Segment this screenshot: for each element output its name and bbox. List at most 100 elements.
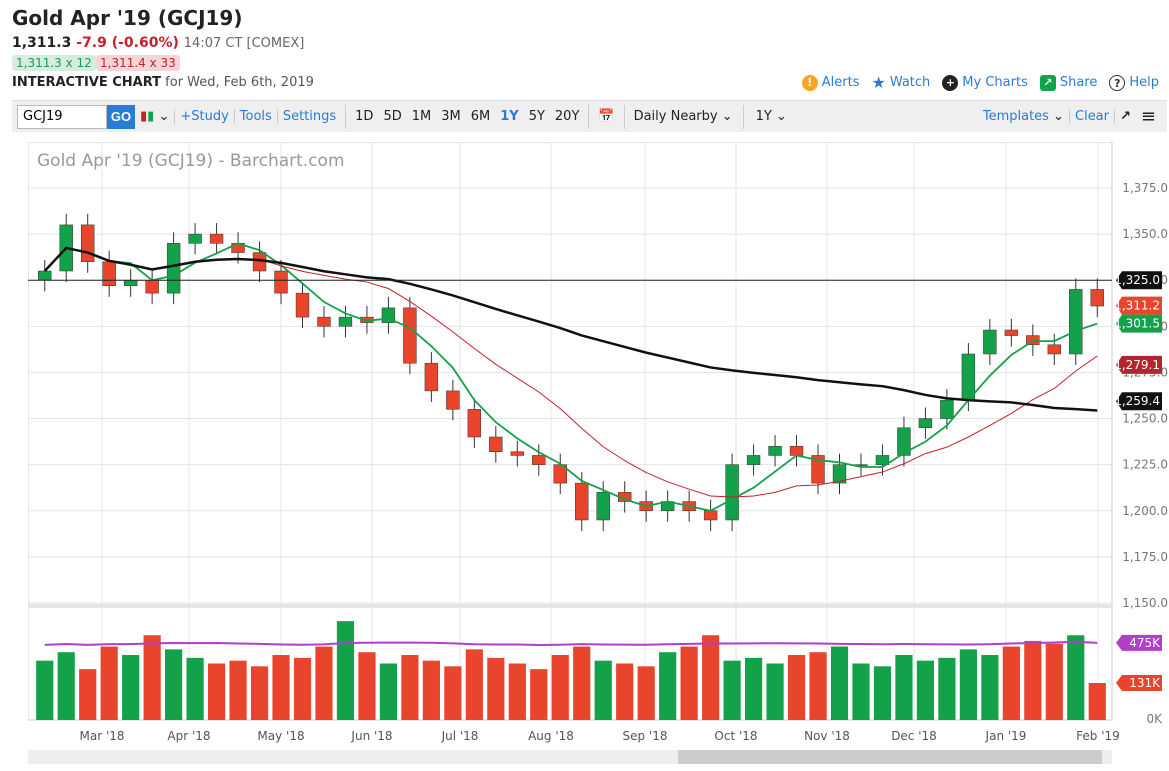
share-link[interactable]: ↗ Share [1039, 73, 1098, 92]
period-6m[interactable]: 6M [466, 109, 496, 124]
chart-toolbar: GO ▮▮ ⌄ +Study Tools Settings 1D 5D 1M 3… [12, 100, 1167, 132]
volume-bar [57, 652, 75, 720]
volume-bar [916, 660, 935, 720]
volume-bar [487, 657, 505, 720]
candle [38, 270, 52, 281]
volume-bar [616, 663, 634, 720]
volume-bar [508, 663, 526, 720]
x-tick-label: Aug '18 [528, 729, 574, 743]
price-chart[interactable]: 1,375.01,350.01,325.01,300.01,275.01,250… [28, 142, 1169, 771]
candle [961, 353, 976, 401]
my-charts-link[interactable]: + My Charts [942, 73, 1028, 92]
y-tick-label: 1,150.0 [1122, 596, 1168, 610]
volume-bar [165, 649, 183, 720]
interval-label: Daily Nearby [633, 109, 718, 124]
period-1d[interactable]: 1D [350, 109, 378, 124]
templates-dropdown[interactable]: Templates ⌄ [978, 109, 1069, 124]
star-icon: ★ [871, 73, 886, 92]
x-tick-label: Oct '18 [714, 729, 757, 743]
price-tag-label: 1,259.4 [1114, 394, 1160, 408]
period-3m[interactable]: 3M [436, 109, 466, 124]
scrollbar-thumb[interactable] [678, 750, 1102, 764]
volume-bar [895, 655, 913, 720]
candle [1069, 289, 1083, 355]
y-tick-label: 1,375.0 [1122, 181, 1168, 195]
volume-bar [551, 655, 569, 720]
period-1m[interactable]: 1M [407, 109, 437, 124]
candle [596, 492, 610, 521]
x-tick-label: Jan '19 [985, 729, 1027, 743]
divider [742, 104, 744, 129]
plus-circle-icon: + [942, 74, 959, 91]
price-tag-label: 1,301.5 [1114, 317, 1160, 331]
period-5d[interactable]: 5D [378, 109, 406, 124]
candle [317, 316, 331, 327]
volume-bar [852, 663, 870, 720]
watch-link[interactable]: ★ Watch [871, 73, 930, 92]
volume-zero-label: 0K [1146, 712, 1163, 726]
menu-icon[interactable]: ≡ [1136, 106, 1161, 127]
volume-bar [186, 657, 204, 720]
candlestick-icon-green: ▮ [147, 109, 155, 124]
candle [424, 362, 439, 392]
period-1y[interactable]: 1Y [495, 109, 523, 124]
page-title: Gold Apr '19 (GCJ19) [12, 6, 243, 30]
x-tick-label: Jun '18 [350, 729, 392, 743]
price-pane-frame [28, 142, 1113, 606]
volume-bar [573, 646, 591, 720]
ma20-line [44, 242, 1098, 512]
period-20y[interactable]: 20Y [550, 109, 584, 124]
settings-button[interactable]: Settings [276, 109, 341, 124]
tools-button[interactable]: Tools [233, 109, 277, 124]
volume-bar [250, 666, 269, 720]
candle [166, 243, 181, 294]
volume-bar [336, 621, 355, 720]
volume-bar [465, 649, 483, 720]
go-button[interactable]: GO [107, 104, 135, 129]
volume-bar [938, 657, 956, 720]
share-label: Share [1059, 75, 1098, 90]
volume-bar [207, 663, 226, 720]
candle [510, 451, 524, 456]
volume-bar [1088, 682, 1106, 720]
last-price: 1,311.3 [12, 35, 72, 51]
volume-ma-line [44, 640, 1098, 646]
volume-bar [293, 657, 312, 720]
interval-dropdown[interactable]: Daily Nearby ⌄ [629, 109, 739, 124]
range-dropdown[interactable]: 1Y ⌄ [748, 109, 968, 124]
alerts-link[interactable]: ! Alerts [801, 73, 860, 92]
ask-badge: 1,311.4 x 33 [96, 55, 180, 71]
volume-bar [766, 663, 784, 720]
volume-bar [787, 655, 806, 720]
y-tick-label: 1,200.0 [1122, 504, 1168, 518]
expand-icon[interactable]: ↗ [1114, 109, 1136, 124]
price-tag-label: 1,325.0 [1114, 273, 1160, 287]
chart-type-dropdown[interactable]: ▮▮ ⌄ [135, 109, 174, 124]
divider [345, 104, 347, 129]
candle [725, 464, 739, 521]
x-tick-label: Nov '18 [804, 729, 850, 743]
candle [918, 418, 933, 429]
study-button[interactable]: +Study [174, 109, 233, 124]
volume-tag-label: 475K [1129, 636, 1161, 650]
period-5y[interactable]: 5Y [524, 109, 550, 124]
quote-time: 14:07 CT [COMEX] [183, 36, 305, 51]
candle [209, 233, 224, 244]
volume-bar [744, 657, 763, 720]
chart-label: INTERACTIVE CHART [12, 75, 162, 90]
symbol-input[interactable] [17, 104, 107, 129]
clear-button[interactable]: Clear [1069, 109, 1114, 124]
calendar-icon[interactable]: 📅 [593, 109, 619, 124]
chevron-down-icon: ⌄ [158, 109, 170, 124]
chart-date-line: INTERACTIVE CHART for Wed, Feb 6th, 2019 [12, 75, 314, 90]
volume-bar [830, 646, 849, 720]
alerts-label: Alerts [821, 75, 860, 90]
candle [123, 279, 138, 287]
candle [703, 510, 718, 521]
volume-bar [1002, 646, 1020, 720]
candle [768, 445, 782, 456]
y-tick-label: 1,225.0 [1122, 458, 1168, 472]
candle [81, 224, 95, 263]
help-icon: ? [1109, 74, 1126, 91]
help-link[interactable]: ? Help [1109, 73, 1159, 92]
